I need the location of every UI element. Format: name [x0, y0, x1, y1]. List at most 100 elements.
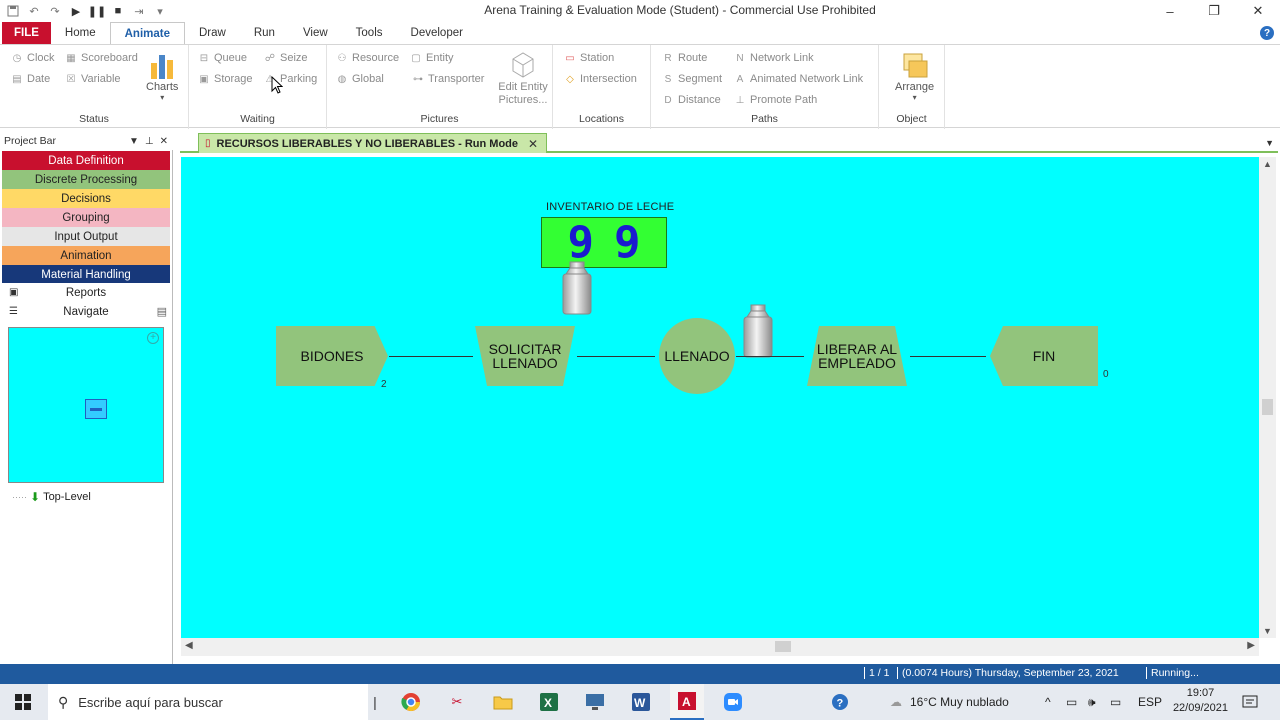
segment-icon: S [664, 73, 672, 85]
connector[interactable] [389, 356, 473, 357]
tab-view[interactable]: View [289, 22, 342, 44]
intersection-button[interactable]: ◇ Intersection [563, 73, 637, 85]
project-bar-menu-icon[interactable]: ▼ [129, 136, 139, 147]
animated-network-link-button[interactable]: A Animated Network Link [733, 73, 863, 85]
panel-discrete-processing[interactable]: Discrete Processing [2, 170, 170, 189]
route-button[interactable]: R Route [661, 52, 707, 64]
tab-animate[interactable]: Animate [109, 22, 185, 44]
panel-decisions[interactable]: Decisions [2, 189, 170, 208]
arena-app-icon[interactable]: A [670, 684, 704, 720]
panel-grouping[interactable]: Grouping [2, 208, 170, 227]
help-icon[interactable]: ? [1260, 26, 1274, 40]
project-bar-close-icon[interactable]: ✕ [160, 136, 168, 147]
model-canvas[interactable]: INVENTARIO DE LECHE 9 9 BIDONES 2 SOLICI… [181, 157, 1259, 638]
minimize-button[interactable]: – [1148, 0, 1192, 22]
scroll-up-icon[interactable]: ▲ [1263, 159, 1272, 169]
scoreboard-button[interactable]: ▦ Scoreboard [64, 52, 138, 64]
panel-material-handling[interactable]: Material Handling [2, 265, 170, 284]
customize-qat-icon[interactable]: ▾ [151, 2, 169, 20]
document-tab-close-icon[interactable]: ✕ [528, 137, 538, 151]
play-icon[interactable]: ▶ [67, 2, 85, 20]
horizontal-scroll-thumb[interactable] [775, 641, 791, 652]
panel-input-output[interactable]: Input Output [2, 227, 170, 246]
show-hidden-icons[interactable]: ^ [1045, 684, 1051, 720]
vertical-scrollbar[interactable]: ▲ ▼ [1259, 157, 1276, 638]
pin-icon[interactable]: ⊥ [145, 136, 154, 147]
document-tab[interactable]: ▯ RECURSOS LIBERABLES Y NO LIBERABLES - … [198, 133, 548, 153]
document-tab-title: RECURSOS LIBERABLES Y NO LIBERABLES - Ru… [216, 137, 519, 150]
weather-widget[interactable]: ☁ 16°C Muy nublado [890, 684, 1009, 720]
scroll-down-icon[interactable]: ▼ [1263, 626, 1272, 636]
vertical-scroll-thumb[interactable] [1262, 399, 1273, 415]
variable-button[interactable]: ☒ Variable [64, 73, 121, 85]
volume-icon[interactable]: 🕪 [1088, 684, 1096, 720]
segment-button[interactable]: S Segment [661, 73, 722, 85]
navigate-properties-icon[interactable]: ▤ [157, 305, 167, 318]
arrange-button[interactable]: Arrange ▾ [895, 51, 934, 102]
storage-button[interactable]: ▣ Storage [197, 73, 252, 85]
tab-run[interactable]: Run [240, 22, 289, 44]
charts-button[interactable]: Charts ▾ [146, 51, 178, 102]
tab-file[interactable]: FILE [2, 22, 51, 44]
distance-button[interactable]: D Distance [661, 94, 720, 106]
resource-button[interactable]: ⚇ Resource [335, 52, 400, 64]
global-button[interactable]: ◍ Global [335, 73, 384, 85]
panel-animation[interactable]: Animation [2, 246, 170, 265]
tab-draw[interactable]: Draw [185, 22, 240, 44]
process-module[interactable]: LLENADO [659, 318, 735, 394]
reports-panel[interactable]: ▣ Reports [2, 283, 170, 302]
tab-tools[interactable]: Tools [342, 22, 397, 44]
help-tray-icon[interactable]: ? [826, 684, 854, 720]
connector[interactable] [736, 356, 804, 357]
stop-icon[interactable]: ■ [109, 2, 127, 20]
queue-button[interactable]: ⊟ Queue [197, 52, 247, 64]
panel-data-definition[interactable]: Data Definition [2, 151, 170, 170]
date-button[interactable]: ▤ Date [10, 73, 50, 85]
undo-icon[interactable]: ↶ [25, 2, 43, 20]
release-module[interactable]: LIBERAR AL EMPLEADO [807, 326, 907, 386]
transporter-button[interactable]: ⊶ Transporter [411, 73, 484, 85]
taskbar-search[interactable]: ⚲ Escribe aquí para buscar [48, 684, 368, 720]
chrome-icon[interactable] [394, 684, 428, 720]
file-explorer-icon[interactable] [486, 684, 520, 720]
tree-item-top-level[interactable]: ····· ⬇ Top-Level [12, 490, 91, 504]
dispose-module[interactable]: FIN [990, 326, 1098, 386]
tab-home[interactable]: Home [51, 22, 110, 44]
clock-button[interactable]: ◷ Clock [10, 52, 55, 64]
station-button[interactable]: ▭ Station [563, 52, 614, 64]
connector[interactable] [910, 356, 986, 357]
zoom-icon[interactable] [716, 684, 750, 720]
input-language[interactable]: ESP [1138, 684, 1162, 720]
excel-icon[interactable]: X [532, 684, 566, 720]
snipping-tool-icon[interactable]: ✂ [440, 684, 474, 720]
pause-icon[interactable]: ❚❚ [88, 2, 106, 20]
connector[interactable] [577, 356, 655, 357]
horizontal-scrollbar[interactable]: ◀ ▶ [181, 638, 1259, 656]
battery-icon[interactable]: ▭ [1066, 684, 1077, 720]
edit-entity-pictures-button[interactable]: Edit Entity Pictures... [493, 49, 553, 107]
network-icon[interactable]: ▭ [1110, 684, 1121, 720]
close-button[interactable]: ✕ [1236, 0, 1280, 22]
create-module[interactable]: BIDONES [276, 326, 388, 386]
tab-list-dropdown-icon[interactable]: ▼ [1265, 138, 1274, 148]
seize-module[interactable]: SOLICITAR LLENADO [475, 326, 575, 386]
start-button[interactable] [0, 684, 46, 720]
step-icon[interactable]: ⇥ [130, 2, 148, 20]
notifications-icon[interactable] [1242, 684, 1258, 720]
network-link-button[interactable]: N Network Link [733, 52, 813, 64]
tab-developer[interactable]: Developer [397, 22, 477, 44]
taskbar-clock[interactable]: 19:07 22/09/2021 [1173, 686, 1228, 716]
word-icon[interactable]: W [624, 684, 658, 720]
scroll-left-icon[interactable]: ◀ [185, 640, 193, 651]
save-icon[interactable] [4, 2, 22, 20]
scroll-right-icon[interactable]: ▶ [1247, 640, 1255, 651]
monitor-app-icon[interactable] [578, 684, 612, 720]
maximize-button[interactable]: ❐ [1192, 0, 1236, 22]
add-view-icon[interactable]: + [147, 332, 159, 344]
seize-button[interactable]: ☍ Seize [263, 52, 308, 64]
redo-icon[interactable]: ↷ [46, 2, 64, 20]
promote-path-button[interactable]: ⊥ Promote Path [733, 94, 818, 106]
navigate-thumbnail[interactable]: + [8, 327, 164, 483]
navigate-panel[interactable]: ☰ Navigate ▤ [2, 302, 170, 321]
entity-button[interactable]: ▢ Entity [409, 52, 453, 64]
